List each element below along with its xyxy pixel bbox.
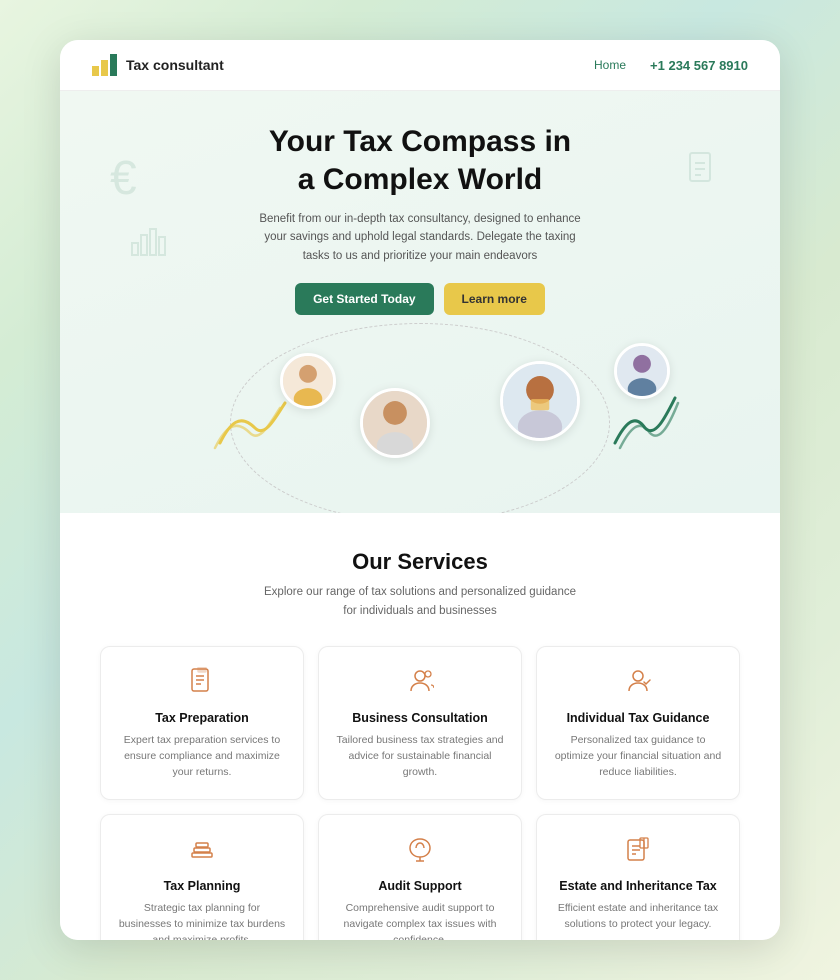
- individual-tax-guidance-icon: [553, 667, 723, 701]
- services-grid: Tax Preparation Expert tax preparation s…: [100, 646, 740, 940]
- avatar-4: [614, 343, 670, 399]
- service-card-audit-support: Audit Support Comprehensive audit suppor…: [318, 814, 522, 940]
- tax-preparation-icon: [117, 667, 287, 701]
- hero-section: € Your Tax Compass in a Complex World Be…: [60, 91, 780, 513]
- get-started-button[interactable]: Get Started Today: [295, 283, 433, 315]
- chart-bg-icon: [130, 221, 166, 266]
- hero-title: Your Tax Compass in a Complex World: [100, 123, 740, 198]
- service-card-estate-tax: Estate and Inheritance Tax Efficient est…: [536, 814, 740, 940]
- avatar-1: [280, 353, 336, 409]
- nav-right: Home +1 234 567 8910: [594, 58, 748, 73]
- service-desc-5: Comprehensive audit support to navigate …: [335, 900, 505, 940]
- service-desc-1: Expert tax preparation services to ensur…: [117, 732, 287, 781]
- service-card-tax-preparation: Tax Preparation Expert tax preparation s…: [100, 646, 304, 800]
- services-subtitle: Explore our range of tax solutions and p…: [260, 583, 580, 620]
- logo-icon: [92, 54, 118, 76]
- services-title: Our Services: [100, 549, 740, 575]
- logo: Tax consultant: [92, 54, 224, 76]
- service-title-4: Tax Planning: [117, 879, 287, 893]
- audit-support-icon: [335, 835, 505, 869]
- euro-bg-icon: €: [110, 151, 137, 206]
- service-title-3: Individual Tax Guidance: [553, 711, 723, 725]
- tax-planning-icon: [117, 835, 287, 869]
- service-card-tax-planning: Tax Planning Strategic tax planning for …: [100, 814, 304, 940]
- squiggle-left-icon: [210, 393, 290, 453]
- service-title-5: Audit Support: [335, 879, 505, 893]
- doc-bg-icon: [684, 151, 720, 196]
- business-consultation-icon: [335, 667, 505, 701]
- avatar-3: [500, 361, 580, 441]
- logo-text: Tax consultant: [126, 57, 224, 73]
- service-card-business-consultation: Business Consultation Tailored business …: [318, 646, 522, 800]
- service-title-1: Tax Preparation: [117, 711, 287, 725]
- service-title-2: Business Consultation: [335, 711, 505, 725]
- service-desc-6: Efficient estate and inheritance tax sol…: [553, 900, 723, 933]
- service-desc-2: Tailored business tax strategies and adv…: [335, 732, 505, 781]
- hero-subtitle: Benefit from our in-depth tax consultanc…: [250, 210, 590, 265]
- service-title-6: Estate and Inheritance Tax: [553, 879, 723, 893]
- estate-tax-icon: [553, 835, 723, 869]
- content-scroll[interactable]: Our Services Explore our range of tax so…: [60, 513, 780, 940]
- nav-home-link[interactable]: Home: [594, 58, 626, 72]
- service-desc-4: Strategic tax planning for businesses to…: [117, 900, 287, 940]
- navbar: Tax consultant Home +1 234 567 8910: [60, 40, 780, 91]
- learn-more-button[interactable]: Learn more: [444, 283, 545, 315]
- nav-phone: +1 234 567 8910: [650, 58, 748, 73]
- services-section: Our Services Explore our range of tax so…: [60, 513, 780, 940]
- service-desc-3: Personalized tax guidance to optimize yo…: [553, 732, 723, 781]
- service-card-individual-guidance: Individual Tax Guidance Personalized tax…: [536, 646, 740, 800]
- hero-buttons: Get Started Today Learn more: [100, 283, 740, 315]
- avatar-2: [360, 388, 430, 458]
- hero-visual: [60, 333, 780, 493]
